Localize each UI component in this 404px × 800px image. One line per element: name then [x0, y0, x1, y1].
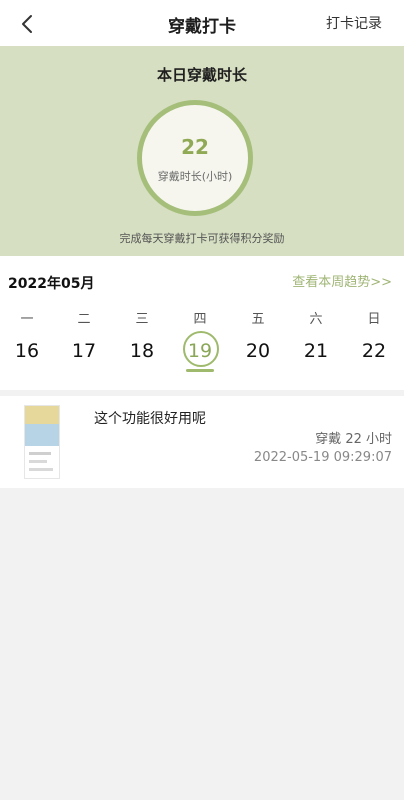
weekday-mon: 一 [20, 312, 34, 327]
date-number: 17 [71, 340, 97, 362]
date-cell-selected[interactable]: 19 [180, 331, 220, 367]
date-number: 20 [245, 340, 271, 362]
date-cell[interactable]: 21 [296, 340, 336, 362]
date-number: 21 [303, 340, 329, 362]
entry-timestamp: 2022-05-19 09:29:07 [253, 450, 392, 465]
date-cell[interactable]: 18 [122, 340, 162, 362]
checkin-photo-thumbnail[interactable] [24, 405, 60, 479]
date-number: 16 [14, 340, 40, 362]
date-cell[interactable]: 16 [7, 340, 47, 362]
weekday-fri: 五 [251, 312, 265, 327]
date-cell[interactable]: 22 [354, 340, 394, 362]
weekly-trend-link[interactable]: 查看本周趋势>> [292, 271, 392, 290]
weekday-sat: 六 [309, 312, 323, 327]
month-label: 2022年05月 [8, 276, 95, 292]
date-number: 18 [129, 340, 155, 362]
wear-hours-label: 穿戴时长(小时) [157, 170, 233, 183]
date-cell[interactable]: 17 [64, 340, 104, 362]
checkin-entry[interactable]: 这个功能很好用呢 穿戴 22 小时 2022-05-19 09:29:07 [0, 396, 404, 488]
selected-date-indicator [186, 369, 214, 372]
navigation-bar: 穿戴打卡 打卡记录 [0, 0, 404, 46]
wear-hours-value: 22 [181, 135, 209, 159]
date-number: 19 [187, 340, 213, 362]
daily-wear-summary: 本日穿戴时长 22 穿戴时长(小时) 完成每天穿戴打卡可获得积分奖励 [0, 46, 404, 256]
date-number: 22 [361, 340, 387, 362]
weekday-wed: 三 [135, 312, 149, 327]
reward-tip: 完成每天穿戴打卡可获得积分奖励 [119, 232, 285, 245]
checkin-record-link[interactable]: 打卡记录 [326, 13, 382, 33]
weekday-thu: 四 [193, 312, 207, 327]
weekday-tue: 二 [77, 312, 91, 327]
summary-heading: 本日穿戴时长 [156, 66, 247, 84]
entry-duration: 穿戴 22 小时 [315, 432, 392, 447]
date-cell[interactable]: 20 [238, 340, 278, 362]
weekday-sun: 日 [367, 312, 381, 327]
hours-ring: 22 穿戴时长(小时) [137, 100, 253, 216]
entry-comment: 这个功能很好用呢 [94, 411, 206, 427]
